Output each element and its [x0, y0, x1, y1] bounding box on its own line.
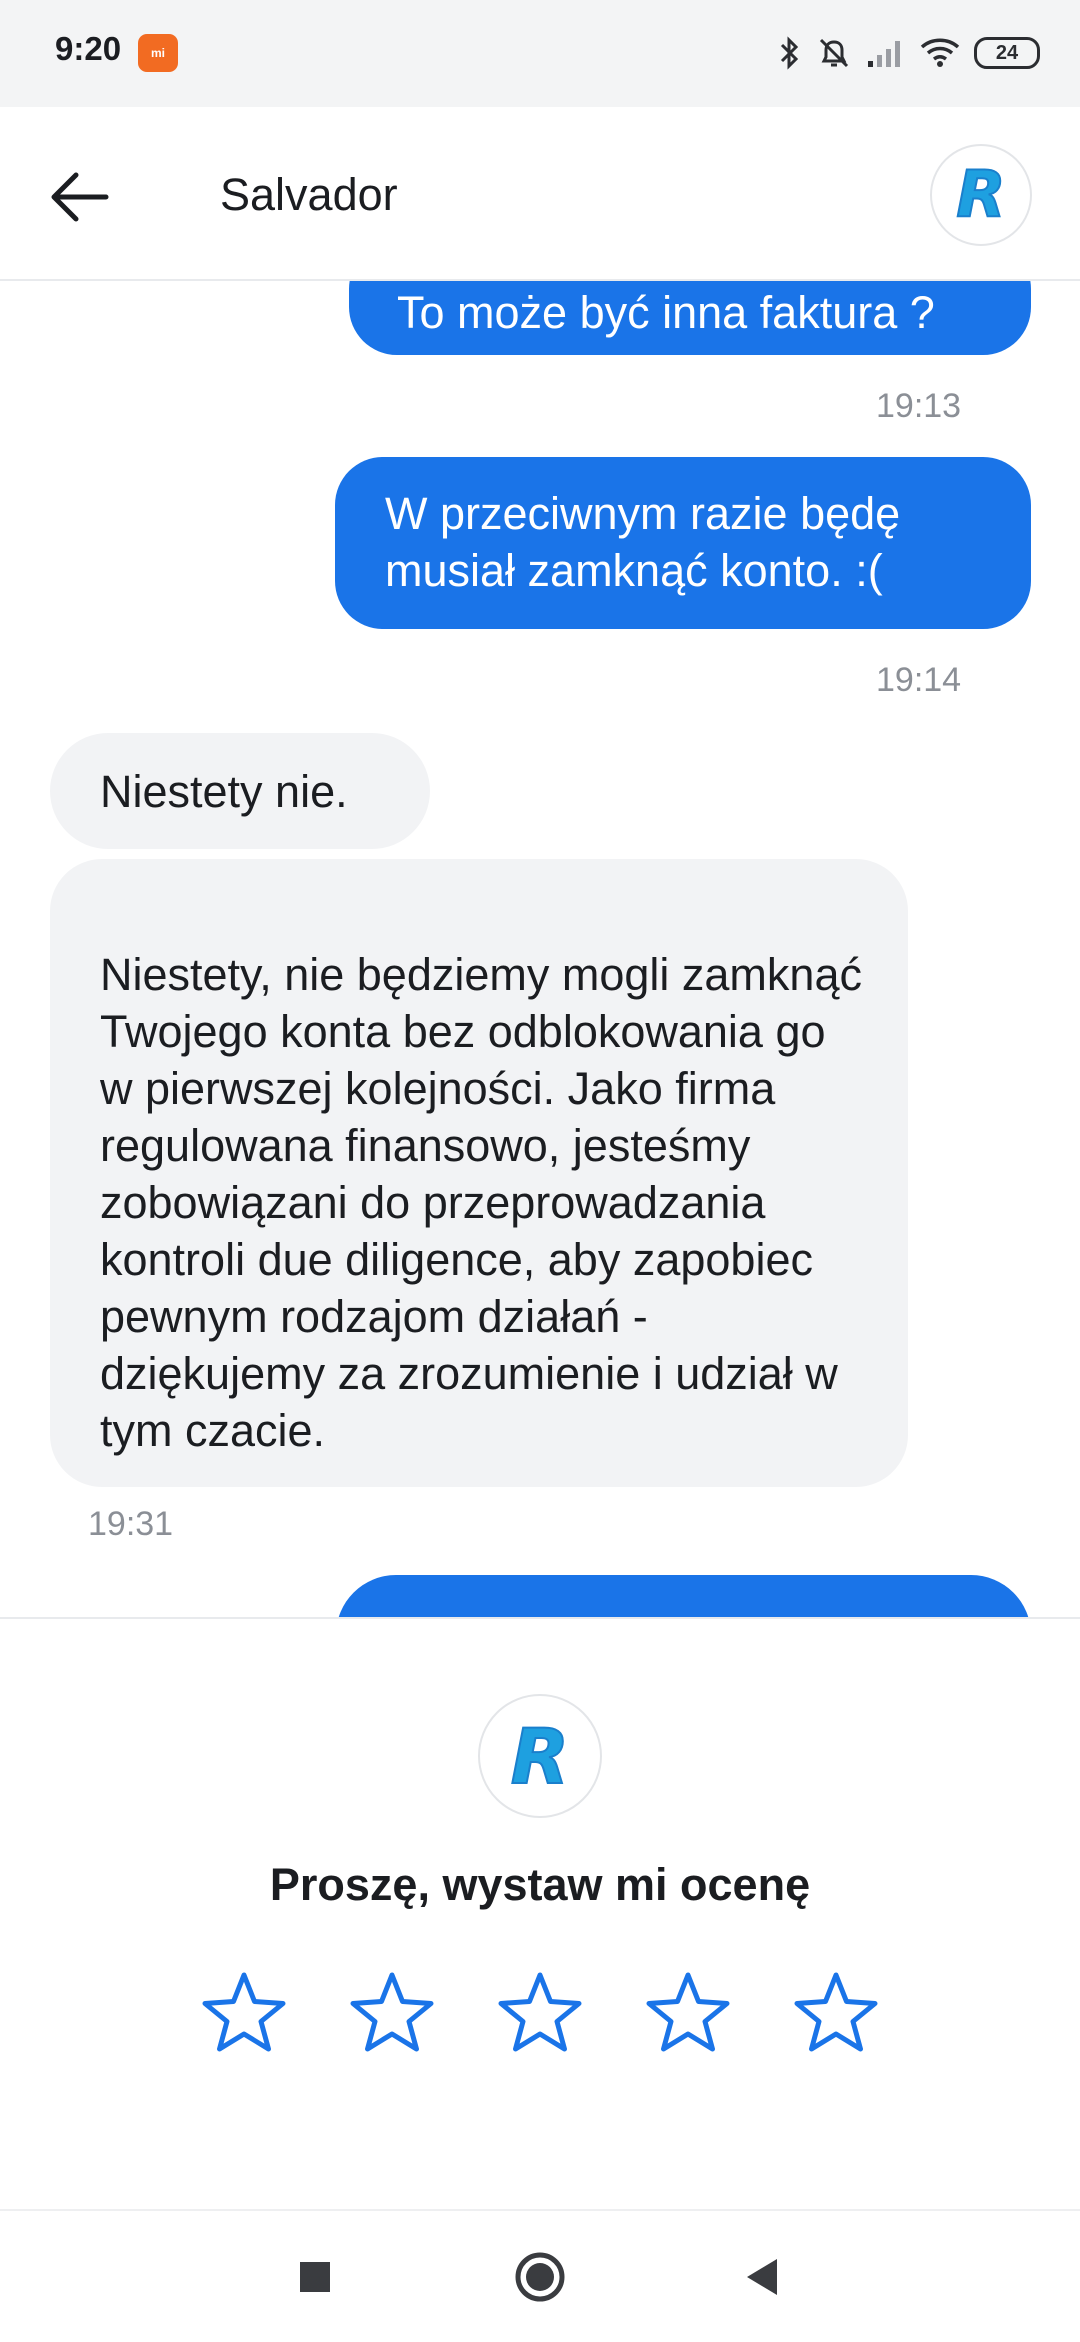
back-arrow-icon[interactable]: [40, 157, 120, 237]
message-bubble-incoming[interactable]: Niestety, nie będziemy mogli zamknąć Two…: [50, 859, 908, 1487]
status-icons: 24: [778, 30, 1040, 76]
star-icon[interactable]: [792, 1969, 880, 2057]
home-circle-icon[interactable]: [512, 2249, 568, 2305]
message-text: W przeciwnym razie będę musiał zamknąć k…: [385, 488, 901, 596]
message-timestamp: 19:14: [876, 661, 962, 699]
chat-messages[interactable]: To może być inna faktura ? 19:13 W przec…: [0, 281, 1080, 1617]
wifi-icon: [920, 38, 960, 67]
message-bubble-outgoing[interactable]: [336, 1575, 1031, 1617]
message-text: To może być inna faktura ?: [397, 287, 935, 338]
message-bubble-outgoing[interactable]: W przeciwnym razie będę musiał zamknąć k…: [335, 457, 1031, 629]
chat-title: Salvador: [220, 169, 398, 220]
message-bubble-outgoing[interactable]: To może być inna faktura ?: [349, 281, 1031, 355]
chat-header: Salvador R: [0, 107, 1080, 281]
message-timestamp: 19:31: [88, 1505, 174, 1543]
rating-title: Proszę, wystaw mi ocenę: [269, 1859, 811, 1910]
logo-letter: R: [510, 1711, 571, 1802]
logo-letter: R: [955, 157, 1006, 233]
recents-square-icon[interactable]: [287, 2249, 343, 2305]
message-text: Niestety, nie będziemy mogli zamknąć Two…: [100, 949, 862, 1456]
status-bar: 9:20 mi 24: [0, 0, 1080, 107]
signal-icon: [868, 41, 900, 67]
star-icon[interactable]: [644, 1969, 732, 2057]
star-icon[interactable]: [200, 1969, 288, 2057]
back-triangle-icon[interactable]: [735, 2249, 791, 2305]
battery-icon: 24: [974, 37, 1040, 69]
message-text: Niestety nie.: [100, 766, 348, 817]
system-nav-bar: [0, 2209, 1080, 2342]
star-rating[interactable]: [0, 1969, 1080, 2057]
revolut-logo-avatar[interactable]: R: [930, 144, 1032, 246]
mi-app-icon: mi: [138, 34, 178, 72]
bell-off-icon: [819, 38, 849, 68]
rating-panel: R Proszę, wystaw mi ocenę: [0, 1617, 1080, 2211]
bluetooth-icon: [780, 36, 799, 70]
message-bubble-incoming[interactable]: Niestety nie.: [50, 733, 430, 849]
message-timestamp: 19:13: [876, 387, 962, 425]
status-time: 9:20: [55, 30, 122, 67]
star-icon[interactable]: [496, 1969, 584, 2057]
star-icon[interactable]: [348, 1969, 436, 2057]
revolut-logo: R: [478, 1694, 602, 1818]
